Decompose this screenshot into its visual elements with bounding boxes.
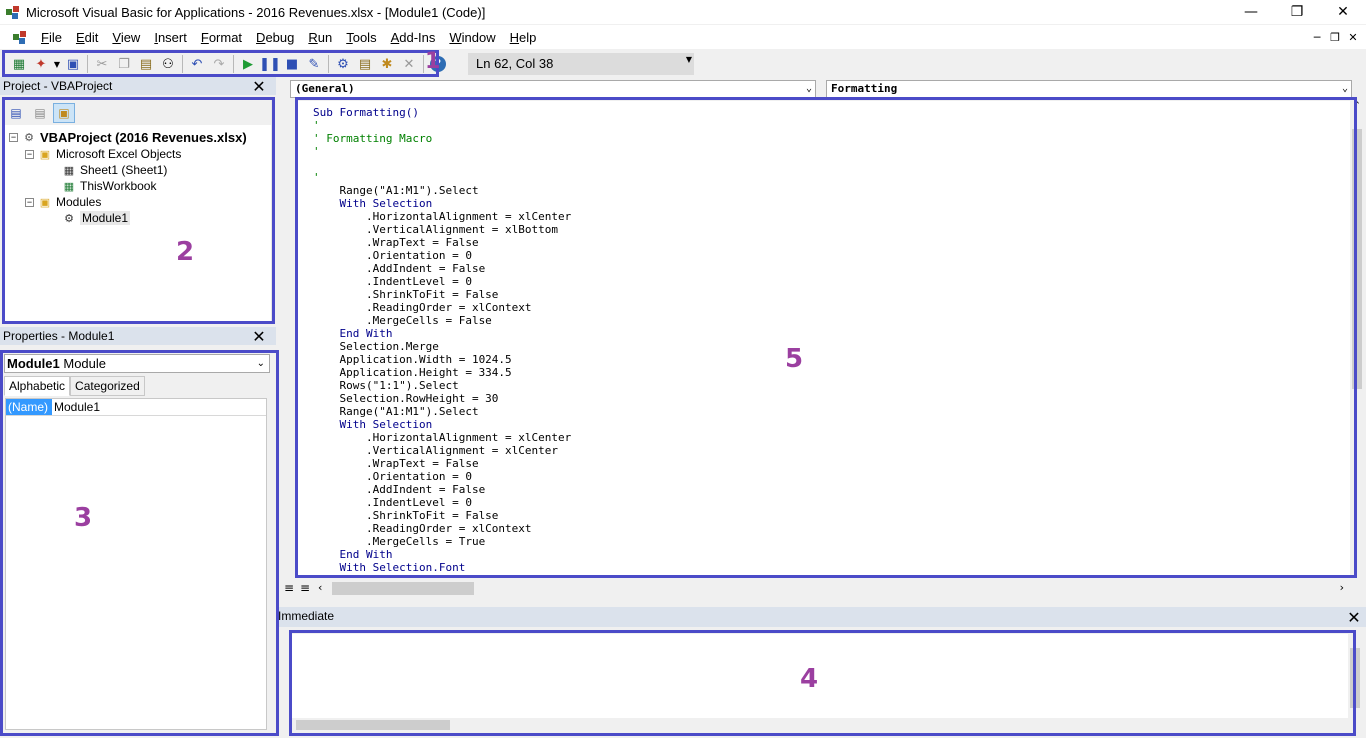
- code-horizontal-scrollbar[interactable]: ≡ ≡ ‹ ›: [280, 580, 1350, 597]
- vba-menu-icon[interactable]: [10, 27, 30, 47]
- menu-file[interactable]: File: [34, 30, 69, 45]
- scroll-left-icon[interactable]: ‹: [318, 581, 322, 594]
- menu-tools[interactable]: Tools: [339, 30, 383, 45]
- menu-edit[interactable]: Edit: [69, 30, 105, 45]
- annotation-number-2: 2: [176, 237, 195, 267]
- procedure-combo[interactable]: Formatting ⌄: [826, 80, 1352, 98]
- annotation-number-3: 3: [74, 503, 93, 533]
- mdi-restore-icon[interactable]: ❐: [1326, 31, 1344, 44]
- cursor-position: Ln 62, Col 38: [468, 53, 694, 75]
- annotation-box-code: [295, 97, 1357, 578]
- annotation-number-5: 5: [785, 344, 804, 374]
- object-combo-arrow-icon[interactable]: ⌄: [806, 81, 812, 97]
- menu-addins[interactable]: Add-Ins: [384, 30, 443, 45]
- object-combo[interactable]: (General) ⌄: [290, 80, 816, 98]
- immediate-title: Immediate: [276, 607, 1366, 627]
- menu-window[interactable]: Window: [442, 30, 502, 45]
- window-title: Microsoft Visual Basic for Applications …: [26, 4, 486, 20]
- properties-panel-title: Properties - Module1: [0, 327, 276, 345]
- procedure-view-icon[interactable]: ≡: [284, 581, 294, 595]
- annotation-box-immediate: [289, 630, 1356, 736]
- annotation-box-project: [2, 97, 275, 324]
- procedure-combo-arrow-icon[interactable]: ⌄: [1342, 81, 1348, 97]
- menu-help[interactable]: Help: [503, 30, 544, 45]
- annotation-box-properties: [0, 350, 279, 736]
- properties-close-icon[interactable]: ✕: [251, 329, 267, 345]
- scroll-right-icon[interactable]: ›: [1340, 581, 1344, 594]
- mdi-close-icon[interactable]: ✕: [1344, 31, 1362, 44]
- minimize-icon[interactable]: —: [1228, 0, 1274, 24]
- project-panel-title: Project - VBAProject: [0, 77, 276, 95]
- menu-insert[interactable]: Insert: [147, 30, 194, 45]
- full-module-view-icon[interactable]: ≡: [300, 581, 310, 595]
- vba-app-icon: [6, 6, 19, 19]
- annotation-number-4: 4: [800, 664, 819, 694]
- toolbar-options-icon[interactable]: ▼: [684, 55, 694, 75]
- close-icon[interactable]: ✕: [1320, 0, 1366, 24]
- project-close-icon[interactable]: ✕: [251, 79, 267, 95]
- menu-run[interactable]: Run: [301, 30, 339, 45]
- mdi-minimize-icon[interactable]: ─: [1308, 31, 1326, 44]
- annotation-number-1: 1: [425, 49, 441, 74]
- immediate-close-icon[interactable]: ✕: [1346, 610, 1362, 626]
- annotation-box-toolbar: [2, 50, 439, 77]
- title-bar: Microsoft Visual Basic for Applications …: [0, 0, 1366, 24]
- menu-debug[interactable]: Debug: [249, 30, 301, 45]
- menu-bar: File Edit View Insert Format Debug Run T…: [0, 25, 1366, 49]
- menu-view[interactable]: View: [105, 30, 147, 45]
- restore-icon[interactable]: ❐: [1274, 0, 1320, 24]
- menu-format[interactable]: Format: [194, 30, 249, 45]
- h-scroll-thumb[interactable]: [332, 582, 474, 595]
